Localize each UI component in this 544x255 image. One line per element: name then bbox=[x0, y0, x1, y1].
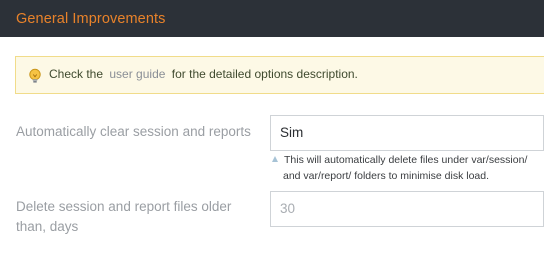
hint-arrow-icon bbox=[272, 156, 278, 162]
clear-session-label: Automatically clear session and reports bbox=[16, 124, 251, 139]
info-notice: Check the user guide for the detailed op… bbox=[15, 56, 544, 94]
delete-older-label-line-1: Delete session and report files older bbox=[16, 199, 232, 214]
lightbulb-icon bbox=[27, 68, 43, 84]
user-guide-link[interactable]: user guide bbox=[109, 67, 165, 81]
clear-session-value: Sim bbox=[280, 125, 304, 140]
delete-older-days-input[interactable]: 30 bbox=[270, 191, 544, 227]
notice-text: Check the user guide for the detailed op… bbox=[49, 67, 358, 81]
delete-older-label: Delete session and report files older th… bbox=[16, 197, 231, 237]
section-header: General Improvements bbox=[0, 0, 544, 37]
section-title: General Improvements bbox=[16, 11, 166, 27]
clear-session-hint: This will automatically delete files und… bbox=[270, 152, 544, 184]
notice-text-after: for the detailed options description. bbox=[171, 67, 358, 81]
notice-text-before: Check the bbox=[49, 67, 104, 81]
hint-line-2: and var/report/ folders to minimise disk… bbox=[283, 170, 490, 182]
clear-session-select[interactable]: Sim bbox=[270, 115, 544, 151]
hint-line-1: This will automatically delete files und… bbox=[284, 154, 528, 166]
delete-older-label-line-2: than, days bbox=[16, 219, 79, 234]
delete-older-days-value: 30 bbox=[280, 201, 296, 216]
